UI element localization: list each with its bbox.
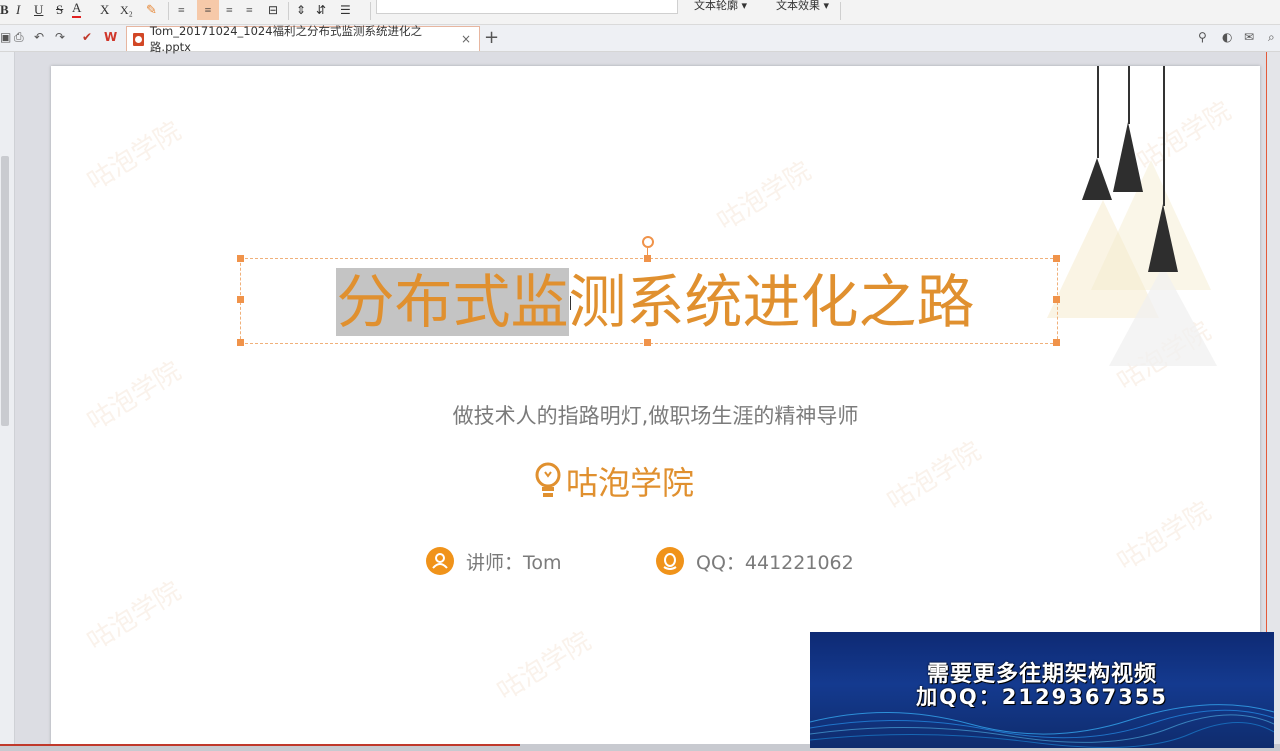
line-spacing-icon[interactable]: ⇕ xyxy=(296,0,306,20)
brand-logo: 咕泡学院 xyxy=(534,458,694,504)
distribute-icon[interactable]: ⊟ xyxy=(268,0,278,20)
lamp-wire xyxy=(1128,66,1130,124)
close-tab-icon[interactable]: × xyxy=(461,32,471,46)
rotate-handle-stem xyxy=(647,248,648,258)
text-outline-label: 文本轮廓 xyxy=(694,0,738,12)
progress-line xyxy=(0,744,520,746)
text-effect-button[interactable]: 文本效果 ▾ xyxy=(776,0,829,13)
slide-title[interactable]: 分布式监测系统进化之路 xyxy=(51,266,1260,338)
save-icon[interactable]: ▣ xyxy=(0,30,11,44)
watermark: 咕泡学院 xyxy=(712,156,817,237)
resize-handle[interactable] xyxy=(1053,339,1060,346)
align-center-icon[interactable]: ≡ xyxy=(197,0,219,20)
promo-line-2: 加QQ：2129367355 xyxy=(916,685,1168,709)
bulb-logo-icon xyxy=(534,462,562,500)
document-tab-title: Tom_20171024_1024福利之分布式监测系统进化之路.pptx xyxy=(149,24,423,54)
qq-icon xyxy=(656,547,684,575)
thumbnail-scrollbar[interactable] xyxy=(1,156,9,426)
promo-overlay[interactable]: 需要更多往期架构视频 加QQ：2129367355 xyxy=(810,632,1274,748)
text-outline-button[interactable]: 文本轮廓 ▾ xyxy=(694,0,747,13)
strike-button[interactable]: S xyxy=(56,0,63,20)
wps-logo-icon[interactable]: W xyxy=(104,30,117,44)
lamp-shade xyxy=(1082,158,1112,200)
lamp-wire xyxy=(1097,66,1099,158)
eraser-icon[interactable]: ✎ xyxy=(146,0,157,20)
document-tab[interactable]: Tom_20171024_1024福利之分布式监测系统进化之路.pptx × xyxy=(126,24,480,54)
redo-icon[interactable]: ↷ xyxy=(55,30,65,44)
text-style-gallery[interactable] xyxy=(376,0,678,14)
clear-format-button[interactable]: X xyxy=(100,0,109,20)
watermark: 咕泡学院 xyxy=(1112,496,1217,577)
cloud-icon[interactable]: ◐ xyxy=(1222,30,1232,44)
resize-handle[interactable] xyxy=(237,339,244,346)
user-icon xyxy=(426,547,454,575)
italic-button[interactable]: I xyxy=(16,0,20,20)
lamp-wire xyxy=(1163,66,1165,206)
undo-icon[interactable]: ↶ xyxy=(34,30,44,44)
watermark: 咕泡学院 xyxy=(82,116,187,197)
preview-icon[interactable]: ⎙ xyxy=(14,30,24,45)
toolbar-divider xyxy=(840,2,841,20)
resize-handle[interactable] xyxy=(237,255,244,262)
lecturer-text: 讲师：Tom xyxy=(466,551,562,574)
title-unselected-text[interactable]: 测系统进化之路 xyxy=(569,268,975,336)
bold-button[interactable]: B xyxy=(0,0,9,20)
align-left-icon[interactable]: ≡ xyxy=(178,0,185,20)
share-icon[interactable]: ⚲ xyxy=(1198,30,1207,44)
watermark: 咕泡学院 xyxy=(82,576,187,657)
paragraph-spacing-icon[interactable]: ⇵ xyxy=(316,0,326,20)
lecturer-info[interactable]: 讲师：Tom xyxy=(426,547,562,575)
underline-button[interactable]: U xyxy=(34,0,43,20)
justify-icon[interactable]: ≡ xyxy=(246,0,253,20)
watermark: 咕泡学院 xyxy=(882,436,987,517)
resize-handle[interactable] xyxy=(1053,255,1060,262)
toolbar-divider xyxy=(370,2,371,20)
qq-info[interactable]: QQ：441221062 xyxy=(656,547,854,575)
toolbar-divider xyxy=(288,2,289,20)
font-color-button[interactable]: A xyxy=(72,0,82,18)
search-icon[interactable]: ⌕ xyxy=(1268,30,1275,45)
lamp-shade xyxy=(1148,204,1178,272)
resize-handle[interactable] xyxy=(644,339,651,346)
watermark: 咕泡学院 xyxy=(492,626,597,707)
ribbon-toolbar: B I U S A X X₂ ✎ ≡ ≡ ≡ ≡ ⊟ ⇕ ⇵ ☰ 文本轮廓 ▾ … xyxy=(0,0,1280,25)
slide-subtitle[interactable]: 做技术人的指路明灯,做职场生涯的精神导师 xyxy=(51,400,1260,430)
list-icon[interactable]: ☰ xyxy=(340,0,351,20)
document-tab-bar: ▣ ⎙ ↶ ↷ ✔ W Tom_20171024_1024福利之分布式监测系统进… xyxy=(0,24,1280,54)
qq-text: QQ：441221062 xyxy=(696,551,854,574)
text-cursor xyxy=(570,296,571,310)
pptx-file-icon xyxy=(133,32,144,46)
title-selected-text[interactable]: 分布式监 xyxy=(336,268,569,336)
slide-thumbnail-panel[interactable] xyxy=(0,52,15,751)
comment-icon[interactable]: ✉ xyxy=(1244,30,1254,44)
brand-name: 咕泡学院 xyxy=(566,464,695,502)
subscript-button[interactable]: X₂ xyxy=(120,0,133,20)
new-tab-button[interactable]: + xyxy=(484,27,499,48)
lamp-shade xyxy=(1113,122,1143,192)
text-effect-label: 文本效果 xyxy=(776,0,820,12)
toolbar-divider xyxy=(168,2,169,20)
align-right-icon[interactable]: ≡ xyxy=(226,0,233,20)
format-painter-icon[interactable]: ✔ xyxy=(82,30,92,44)
rotate-handle-icon[interactable] xyxy=(642,236,654,248)
